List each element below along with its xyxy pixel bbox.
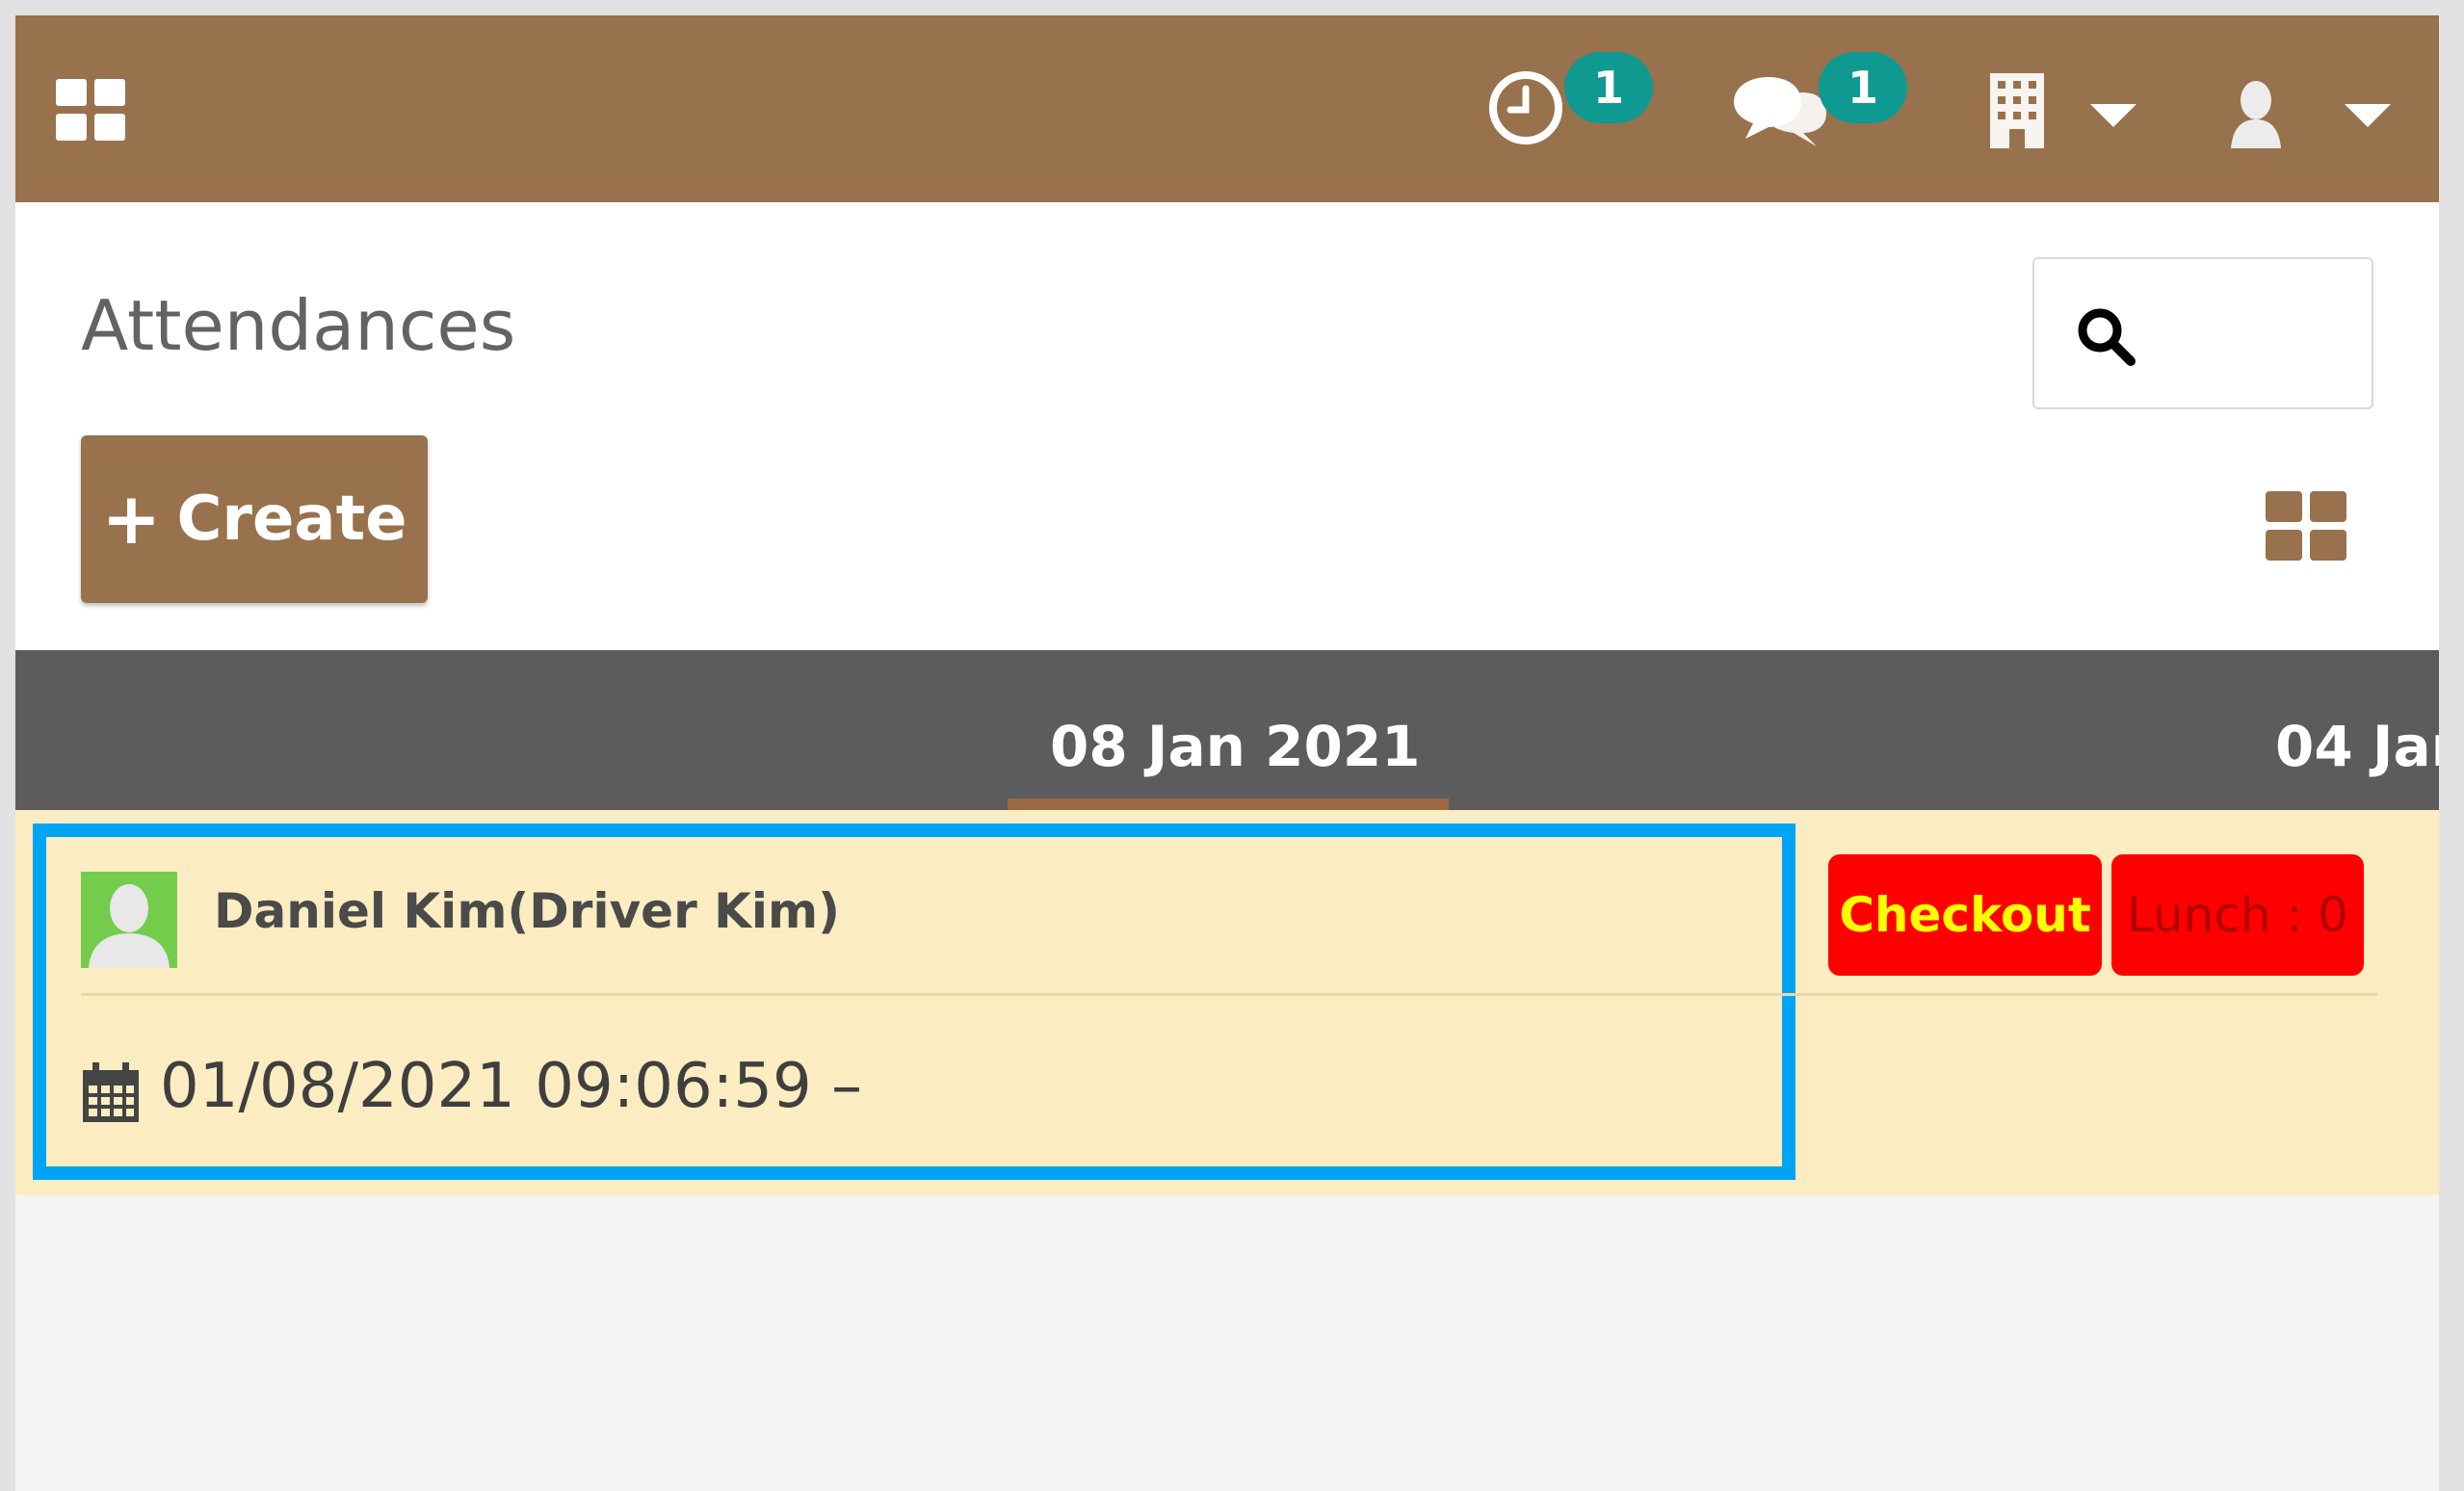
check-in-datetime: 01/08/2021 09:06:59 – bbox=[160, 1051, 862, 1122]
activity-menu[interactable]: 1 bbox=[1472, 15, 1665, 202]
control-panel: Attendances + Create bbox=[15, 202, 2439, 650]
create-button-label: Create bbox=[176, 484, 407, 555]
attendance-record-row: Daniel Kim(Driver Kim) Checkout Lunch : … bbox=[15, 810, 2439, 1195]
app-frame: 1 1 Attendances + Create 08 Jan 2021 04 … bbox=[15, 15, 2439, 1491]
search-input[interactable] bbox=[2032, 257, 2373, 409]
card-divider bbox=[81, 993, 2377, 996]
checkout-status-tag: Checkout bbox=[1828, 854, 2102, 976]
kanban-view-icon[interactable] bbox=[2266, 491, 2346, 561]
page-title: Attendances bbox=[81, 285, 516, 366]
app-menu-icon[interactable] bbox=[56, 79, 125, 141]
plus-icon: + bbox=[101, 478, 162, 561]
calendar-icon bbox=[83, 1062, 139, 1122]
person-icon bbox=[89, 884, 170, 968]
company-switcher[interactable] bbox=[1967, 15, 2136, 202]
attendance-card[interactable] bbox=[33, 824, 1796, 1180]
building-icon bbox=[1990, 73, 2044, 148]
top-navbar: 1 1 bbox=[15, 15, 2439, 202]
search-icon bbox=[2078, 308, 2136, 366]
chat-icon bbox=[1734, 77, 1826, 146]
chevron-down-icon bbox=[2345, 104, 2391, 127]
active-tab-indicator bbox=[1008, 798, 1449, 810]
messages-menu[interactable]: 1 bbox=[1718, 15, 1930, 202]
lunch-tag: Lunch : 0 bbox=[2111, 854, 2364, 976]
messages-count-badge: 1 bbox=[1819, 52, 1907, 123]
clock-icon bbox=[1489, 71, 1562, 144]
date-tab-bar: 08 Jan 2021 04 Jan bbox=[15, 650, 2439, 810]
user-menu[interactable] bbox=[2215, 15, 2408, 202]
create-button[interactable]: + Create bbox=[81, 435, 428, 603]
tab-date-next[interactable]: 04 Jan bbox=[2275, 714, 2439, 779]
chevron-down-icon bbox=[2090, 104, 2136, 127]
activity-count-badge: 1 bbox=[1564, 52, 1653, 123]
tab-date-active[interactable]: 08 Jan 2021 bbox=[1050, 714, 1421, 779]
employee-name: Daniel Kim(Driver Kim) bbox=[214, 883, 840, 939]
user-avatar-icon bbox=[2231, 81, 2281, 148]
employee-avatar bbox=[81, 872, 177, 968]
